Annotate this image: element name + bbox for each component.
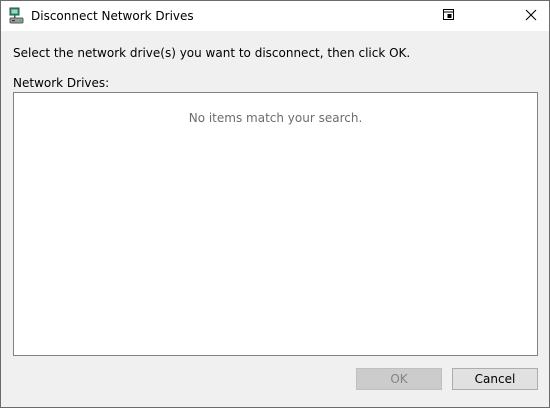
window-title: Disconnect Network Drives [31, 9, 194, 23]
close-icon [525, 9, 537, 24]
context-help-button[interactable] [431, 1, 467, 31]
network-drive-icon [9, 7, 25, 25]
network-drives-label: Network Drives: [13, 76, 110, 90]
cancel-button[interactable]: Cancel [452, 368, 538, 390]
instruction-text: Select the network drive(s) you want to … [13, 46, 411, 60]
title-bar[interactable]: Disconnect Network Drives [1, 1, 549, 31]
network-drives-list[interactable]: No items match your search. [13, 92, 538, 356]
empty-list-message: No items match your search. [188, 111, 363, 125]
context-help-icon [443, 8, 455, 24]
ok-button[interactable]: OK [356, 368, 442, 390]
close-button[interactable] [513, 1, 549, 31]
dialog-window: Disconnect Network Drives Select the net… [0, 0, 550, 408]
